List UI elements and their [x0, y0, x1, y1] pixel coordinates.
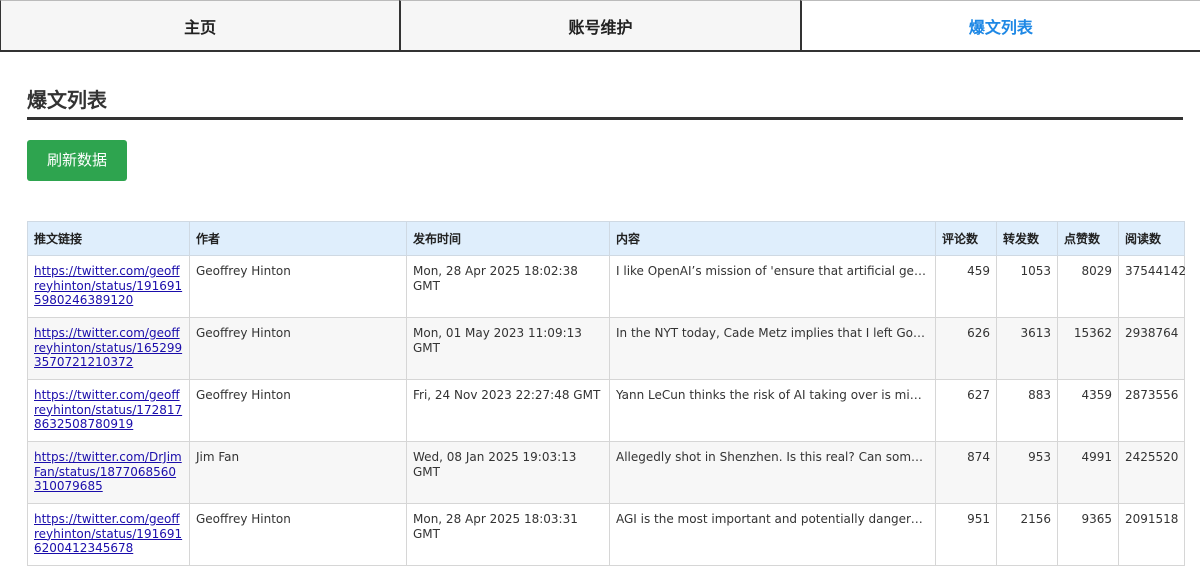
author-cell: Geoffrey Hinton	[189, 317, 407, 380]
comments-cell: 626	[935, 317, 997, 380]
header-link[interactable]: 推文链接	[27, 221, 190, 256]
table-header-row: 推文链接 作者 发布时间 内容 评论数 转发数 点赞数 阅读数	[27, 221, 1185, 256]
header-views[interactable]: 阅读数	[1118, 221, 1185, 256]
content-cell: AGI is the most important and potentiall…	[609, 503, 936, 566]
views-cell: 2091518	[1118, 503, 1185, 566]
refresh-button[interactable]: 刷新数据	[27, 140, 128, 181]
tab-account-maintenance[interactable]: 账号维护	[399, 0, 800, 50]
likes-cell: 4991	[1057, 441, 1119, 504]
time-cell: Mon, 28 Apr 2025 18:03:31 GMT	[406, 503, 610, 566]
comments-cell: 627	[935, 379, 997, 442]
author-cell: Geoffrey Hinton	[189, 503, 407, 566]
author-cell: Geoffrey Hinton	[189, 379, 407, 442]
reposts-cell: 883	[996, 379, 1058, 442]
posts-table: 推文链接 作者 发布时间 内容 评论数 转发数 点赞数 阅读数 https://…	[27, 221, 1186, 566]
post-link[interactable]: https://twitter.com/geoffreyhinton/statu…	[34, 388, 182, 431]
post-link[interactable]: https://twitter.com/geoffreyhinton/statu…	[34, 512, 182, 555]
time-cell: Wed, 08 Jan 2025 19:03:13 GMT	[406, 441, 610, 504]
comments-cell: 951	[935, 503, 997, 566]
likes-cell: 9365	[1057, 503, 1119, 566]
comments-cell: 874	[935, 441, 997, 504]
content-cell: In the NYT today, Cade Metz implies that…	[609, 317, 936, 380]
time-cell: Mon, 01 May 2023 11:09:13 GMT	[406, 317, 610, 380]
tab-viral-posts[interactable]: 爆文列表	[799, 0, 1200, 50]
main-content: 爆文列表 刷新数据 推文链接 作者 发布时间 内容 评论数 转发数 点赞数 阅读…	[0, 52, 1200, 566]
author-cell: Jim Fan	[189, 441, 407, 504]
content-cell: Allegedly shot in Shenzhen. Is this real…	[609, 441, 936, 504]
post-link[interactable]: https://twitter.com/DrJimFan/status/1877…	[34, 450, 182, 493]
tab-home[interactable]: 主页	[0, 0, 400, 50]
likes-cell: 15362	[1057, 317, 1119, 380]
time-cell: Fri, 24 Nov 2023 22:27:48 GMT	[406, 379, 610, 442]
header-author[interactable]: 作者	[189, 221, 407, 256]
reposts-cell: 2156	[996, 503, 1058, 566]
reposts-cell: 1053	[996, 255, 1058, 318]
likes-cell: 8029	[1057, 255, 1119, 318]
views-cell: 2873556	[1118, 379, 1185, 442]
tab-bar: 主页 账号维护 爆文列表	[0, 0, 1200, 52]
table-row: https://twitter.com/geoffreyhinton/statu…	[27, 317, 1185, 380]
header-reposts[interactable]: 转发数	[996, 221, 1058, 256]
table-row: https://twitter.com/geoffreyhinton/statu…	[27, 379, 1185, 442]
post-link[interactable]: https://twitter.com/geoffreyhinton/statu…	[34, 264, 182, 307]
views-cell: 2425520	[1118, 441, 1185, 504]
time-cell: Mon, 28 Apr 2025 18:02:38 GMT	[406, 255, 610, 318]
table-row: https://twitter.com/DrJimFan/status/1877…	[27, 441, 1185, 504]
post-link[interactable]: https://twitter.com/geoffreyhinton/statu…	[34, 326, 182, 369]
page-header: 爆文列表	[27, 52, 1183, 120]
page-title: 爆文列表	[27, 88, 107, 112]
author-cell: Geoffrey Hinton	[189, 255, 407, 318]
table-row: https://twitter.com/geoffreyhinton/statu…	[27, 503, 1185, 566]
views-cell: 37544142	[1118, 255, 1186, 318]
header-time[interactable]: 发布时间	[406, 221, 610, 256]
content-cell: I like OpenAI’s mission of 'ensure that …	[609, 255, 936, 318]
table-row: https://twitter.com/geoffreyhinton/statu…	[27, 255, 1186, 318]
reposts-cell: 953	[996, 441, 1058, 504]
reposts-cell: 3613	[996, 317, 1058, 380]
content-cell: Yann LeCun thinks the risk of AI taking …	[609, 379, 936, 442]
comments-cell: 459	[935, 255, 997, 318]
header-likes[interactable]: 点赞数	[1057, 221, 1119, 256]
likes-cell: 4359	[1057, 379, 1119, 442]
views-cell: 2938764	[1118, 317, 1185, 380]
header-comments[interactable]: 评论数	[935, 221, 997, 256]
header-content[interactable]: 内容	[609, 221, 936, 256]
